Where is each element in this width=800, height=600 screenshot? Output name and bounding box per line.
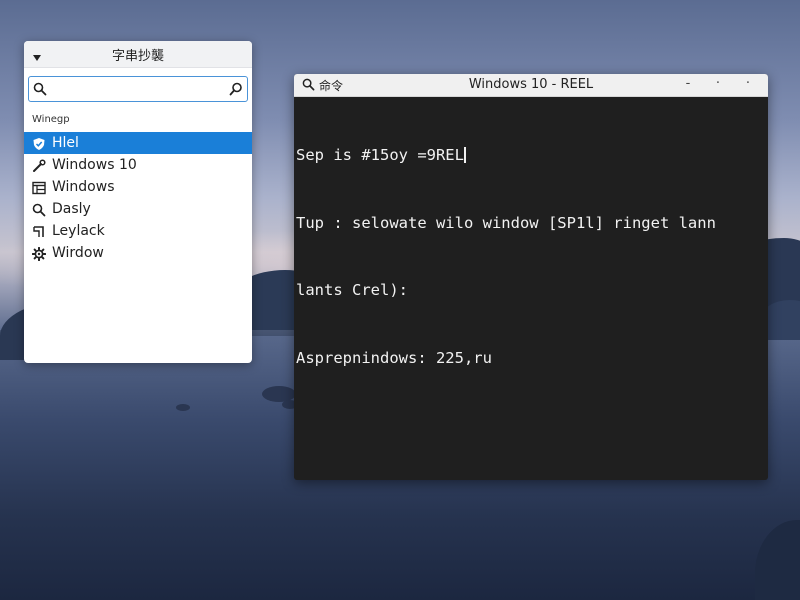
search-input[interactable] [51,79,223,97]
terminal-line: lants Crel): [296,281,408,299]
maximize-button[interactable]: · [712,76,724,91]
list-item[interactable]: Hlel [24,132,252,154]
search-icon [33,81,47,100]
window-grid-icon [32,180,46,195]
terminal-line: Sep is #15oy =9REL [296,146,466,164]
wrench-icon [32,158,46,172]
list-item-label: Wirdow [52,245,104,261]
list-item[interactable]: Windows [24,176,252,198]
list-item-label: Windows 10 [52,157,137,173]
list-item-label: Hlel [52,135,79,151]
list-item[interactable]: Windows 10 [24,154,252,176]
list-item-label: Dasly [52,201,91,217]
section-label: Winegp [32,114,70,125]
search-submit-icon[interactable] [229,81,243,100]
launcher-panel: 字串抄襲 Winegp Hlel Windows 10 Windows Dasl… [24,41,252,363]
window-controls: - · · [682,76,754,91]
terminal-line: Asprepnindows: 225,ru [296,348,492,367]
minimize-button[interactable]: - [682,76,694,91]
list-item[interactable]: Wirdow [24,242,252,264]
search-icon [32,202,46,217]
panel-titlebar: 字串抄襲 [24,41,252,68]
list-item-label: Leylack [52,223,105,239]
shield-check-icon [32,136,46,150]
terminal-titlebar[interactable]: 命令 Windows 10 - REEL - · · [294,74,768,97]
islet [755,520,800,600]
gear-icon [31,246,47,262]
search-box[interactable] [28,76,248,102]
close-button[interactable]: · [742,76,754,91]
desktop: 字串抄襲 Winegp Hlel Windows 10 Windows Dasl… [0,0,800,600]
list-item[interactable]: Leylack [24,220,252,242]
launcher-list: Hlel Windows 10 Windows Dasly Leylack Wi… [24,132,252,264]
islet [176,404,190,411]
terminal-line: Tup : selowate wilo window [SP1l] ringet… [296,213,716,232]
list-item-label: Windows [52,179,115,195]
list-item[interactable]: Dasly [24,198,252,220]
bracket-icon [32,224,46,238]
terminal-output[interactable]: Sep is #15oy =9REL Tup : selowate wilo w… [294,97,768,414]
text-cursor [463,147,466,163]
panel-title: 字串抄襲 [111,49,164,64]
terminal-window: 命令 Windows 10 - REEL - · · Sep is #15oy … [294,74,768,480]
